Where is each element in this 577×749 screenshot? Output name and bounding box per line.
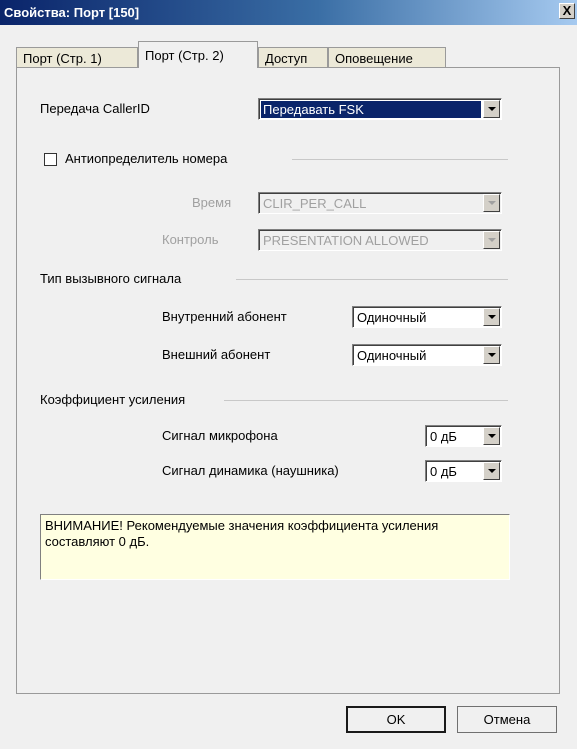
mic-gain-select[interactable]: 0 дБ — [425, 425, 502, 447]
close-button[interactable]: X — [559, 3, 575, 19]
divider — [292, 159, 508, 160]
speaker-gain-select[interactable]: 0 дБ — [425, 460, 502, 482]
chevron-down-icon — [483, 427, 500, 445]
internal-ring-value: Одиночный — [357, 310, 427, 325]
chevron-down-icon — [483, 194, 500, 212]
tab-port-page-2[interactable]: Порт (Стр. 2) — [138, 41, 258, 68]
time-label: Время — [192, 195, 232, 210]
chevron-down-icon — [483, 100, 500, 118]
time-value: CLIR_PER_CALL — [263, 196, 367, 211]
external-ring-select[interactable]: Одиночный — [352, 344, 502, 366]
external-ring-value: Одиночный — [357, 348, 427, 363]
ok-button[interactable]: OK — [346, 706, 446, 733]
divider — [224, 400, 508, 401]
control-select[interactable]: PRESENTATION ALLOWED — [258, 229, 502, 251]
external-subscriber-label: Внешний абонент — [162, 347, 271, 362]
title-bar: Свойства: Порт [150] X — [0, 0, 577, 25]
speaker-gain-value: 0 дБ — [430, 464, 457, 479]
callerid-value: Передавать FSK — [261, 101, 481, 118]
tab-access[interactable]: Доступ — [258, 47, 328, 67]
anti-id-label: Антиопределитель номера — [65, 151, 228, 166]
control-value: PRESENTATION ALLOWED — [263, 233, 429, 248]
callerid-select[interactable]: Передавать FSK — [258, 98, 502, 120]
speaker-signal-label: Сигнал динамика (наушника) — [162, 463, 339, 478]
internal-ring-select[interactable]: Одиночный — [352, 306, 502, 328]
cancel-button[interactable]: Отмена — [457, 706, 557, 733]
anti-id-checkbox[interactable] — [44, 153, 57, 166]
chevron-down-icon — [483, 462, 500, 480]
tab-port-page-1[interactable]: Порт (Стр. 1) — [16, 47, 138, 67]
chevron-down-icon — [483, 231, 500, 249]
chevron-down-icon — [483, 308, 500, 326]
time-select[interactable]: CLIR_PER_CALL — [258, 192, 502, 214]
gain-label: Коэффициент усиления — [40, 392, 186, 407]
window-title: Свойства: Порт [150] — [4, 5, 140, 20]
chevron-down-icon — [483, 346, 500, 364]
ring-type-label: Тип вызывного сигнала — [40, 271, 182, 286]
internal-subscriber-label: Внутренний абонент — [162, 309, 287, 324]
tab-notification[interactable]: Оповещение — [328, 47, 446, 67]
mic-signal-label: Сигнал микрофона — [162, 428, 278, 443]
close-icon: X — [562, 3, 572, 18]
mic-gain-value: 0 дБ — [430, 429, 457, 444]
gain-notice: ВНИМАНИЕ! Рекомендуемые значения коэффиц… — [40, 514, 510, 580]
divider — [236, 279, 508, 280]
callerid-label: Передача CallerID — [40, 101, 150, 116]
control-label: Контроль — [162, 232, 219, 247]
